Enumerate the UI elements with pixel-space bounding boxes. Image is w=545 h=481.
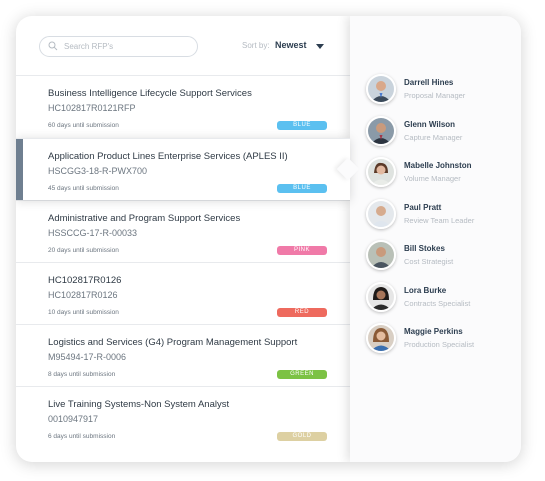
sort-label: Sort by:	[242, 41, 270, 50]
rfp-title: HC102817R0126	[48, 275, 122, 286]
avatar	[366, 74, 396, 104]
rfp-days-until-submission: 8 days until submission	[48, 371, 116, 378]
member-name: Bill Stokes	[404, 244, 445, 253]
rfp-list: Business Intelligence Lifecycle Support …	[16, 75, 350, 448]
color-badge: RED	[277, 308, 327, 317]
rfp-title: Business Intelligence Lifecycle Support …	[48, 88, 252, 99]
color-badge: BLUE	[277, 121, 327, 130]
search-icon	[48, 41, 58, 51]
member-name: Glenn Wilson	[404, 119, 456, 129]
avatar	[366, 323, 396, 353]
member-role: Production Specialist	[404, 340, 475, 349]
rfp-code: 0010947917	[48, 414, 99, 424]
rfp-title: Administrative and Program Support Servi…	[48, 213, 241, 224]
member-name: Mabelle Johnston	[404, 161, 472, 170]
team-member[interactable]: Darrell Hines Proposal Manager	[350, 74, 521, 116]
member-role: Capture Manager	[404, 132, 463, 142]
color-badge: GOLD	[277, 432, 327, 441]
team-panel: Darrell Hines Proposal Manager Glenn Wil…	[350, 16, 521, 462]
rfp-days-until-submission: 10 days until submission	[48, 309, 119, 316]
rfp-row[interactable]: Business Intelligence Lifecycle Support …	[16, 75, 350, 138]
color-badge: BLUE	[277, 184, 327, 193]
rfp-title: Logistics and Services (G4) Program Mana…	[48, 337, 298, 348]
rfp-title: Live Training Systems-Non System Analyst	[48, 399, 230, 410]
avatar	[366, 115, 396, 146]
member-role: Proposal Manager	[404, 91, 466, 100]
rfp-row[interactable]: Administrative and Program Support Servi…	[16, 200, 350, 262]
rfp-code: HSCGG3-18-R-PWX700	[48, 166, 148, 176]
color-badge: PINK	[277, 246, 327, 255]
chevron-down-icon[interactable]	[316, 44, 324, 49]
color-badge: GREEN	[277, 370, 327, 379]
member-role: Contracts Specialist	[404, 298, 471, 308]
rfp-days-until-submission: 45 days until submission	[48, 185, 119, 192]
avatar	[366, 281, 396, 312]
team-list: Darrell Hines Proposal Manager Glenn Wil…	[350, 74, 521, 365]
avatar	[366, 157, 396, 187]
member-role: Volume Manager	[404, 174, 461, 183]
member-role: Review Team Leader	[404, 215, 475, 225]
member-name: Paul Pratt	[404, 202, 442, 212]
avatar	[366, 198, 396, 229]
team-member[interactable]: Lora Burke Contracts Specialist	[350, 281, 521, 324]
member-role: Cost Strategist	[404, 257, 454, 266]
search-input[interactable]	[64, 39, 190, 53]
rfp-code: HSSCCG-17-R-00033	[48, 228, 138, 238]
rfp-row-selected[interactable]: Application Product Lines Enterprise Ser…	[16, 138, 350, 200]
team-member[interactable]: Bill Stokes Cost Strategist	[350, 240, 521, 282]
selected-accent-bar	[16, 139, 23, 200]
rfp-days-until-submission: 20 days until submission	[48, 247, 119, 254]
rfp-code: M95494-17-R-0006	[48, 352, 127, 362]
member-name: Maggie Perkins	[404, 327, 463, 336]
rfp-dashboard-card: Sort by: Newest Business Intelligence Li…	[16, 16, 521, 462]
team-member[interactable]: Glenn Wilson Capture Manager	[350, 115, 521, 158]
rfp-days-until-submission: 60 days until submission	[48, 122, 119, 129]
sort-dropdown-value[interactable]: Newest	[275, 40, 307, 50]
member-name: Lora Burke	[404, 285, 447, 295]
rfp-row[interactable]: Live Training Systems-Non System Analyst…	[16, 386, 350, 448]
member-name: Darrell Hines	[404, 78, 454, 87]
team-member[interactable]: Maggie Perkins Production Specialist	[350, 323, 521, 365]
rfp-row[interactable]: Logistics and Services (G4) Program Mana…	[16, 324, 350, 386]
team-member[interactable]: Paul Pratt Review Team Leader	[350, 198, 521, 241]
rfp-code: HC102817R0126	[48, 290, 118, 300]
team-member[interactable]: Mabelle Johnston Volume Manager	[350, 157, 521, 199]
search-box[interactable]	[39, 36, 198, 57]
avatar	[366, 240, 396, 270]
rfp-days-until-submission: 6 days until submission	[48, 433, 116, 440]
rfp-title: Application Product Lines Enterprise Ser…	[48, 151, 288, 162]
rfp-row[interactable]: HC102817R0126 HC102817R0126 10 days unti…	[16, 262, 350, 324]
rfp-code: HC102817R0121RFP	[48, 103, 136, 113]
rfp-list-panel: Sort by: Newest Business Intelligence Li…	[16, 16, 350, 462]
